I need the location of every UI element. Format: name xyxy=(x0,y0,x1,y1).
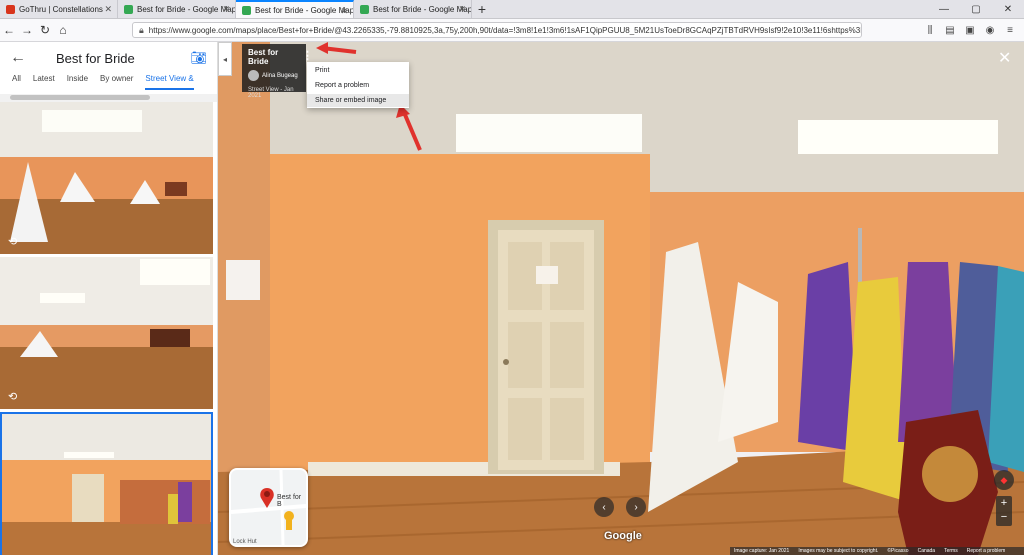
photo-thumbnail-3-selected[interactable] xyxy=(0,412,213,555)
zoom-out-button[interactable]: − xyxy=(996,510,1012,524)
tab-inside[interactable]: Inside xyxy=(67,74,88,90)
photo-category-tabs: All Latest Inside By owner Street View & xyxy=(0,74,217,90)
url-text: https://www.google.com/maps/place/Best+f… xyxy=(148,25,862,35)
library-icon[interactable]: ⫼ xyxy=(922,25,938,36)
tab-by-owner[interactable]: By owner xyxy=(100,74,133,90)
zoom-in-button[interactable]: + xyxy=(996,496,1012,510)
toolbar-icons: ⫼ ▤ ▣ ◉ ≡ xyxy=(922,25,1024,36)
account-icon[interactable]: ◉ xyxy=(982,25,998,36)
close-viewer-icon[interactable]: ✕ xyxy=(998,48,1011,68)
thumbnail-2-image xyxy=(0,257,213,409)
tab-street-view[interactable]: Street View & xyxy=(145,74,194,90)
menu-item-print[interactable]: Print xyxy=(307,64,409,77)
terms-link[interactable]: Terms xyxy=(944,548,958,554)
panel-header: ← Best for Bride 📷︎ xyxy=(0,42,217,74)
maps-favicon-icon xyxy=(124,4,133,14)
tab-all[interactable]: All xyxy=(12,74,21,90)
sidebar-icon[interactable]: ▤ xyxy=(942,25,958,36)
street-view-image xyxy=(218,42,1024,555)
back-arrow-icon[interactable]: ← xyxy=(10,49,34,67)
place-info-card: Best for Bride Alina Bugeag Street View … xyxy=(242,44,306,99)
tab-close-icon[interactable]: ✕ xyxy=(340,6,348,17)
360-icon: ⟲ xyxy=(8,236,18,248)
url-bar[interactable]: 🔒︎ https://www.google.com/maps/place/Bes… xyxy=(132,22,862,38)
menu-item-report-problem[interactable]: Report a problem xyxy=(307,79,409,92)
panel-title: Best for Bride xyxy=(56,50,135,66)
home-icon[interactable]: ⌂ xyxy=(54,23,72,37)
forward-icon[interactable]: → xyxy=(18,23,36,37)
previous-photo-button[interactable]: ‹ xyxy=(594,497,614,517)
photo-thumbnail-2[interactable]: ⟲ xyxy=(0,257,213,409)
more-options-icon[interactable]: ⋮ xyxy=(302,49,313,62)
minimap[interactable]: Best for B Lock Hut xyxy=(229,468,308,547)
new-tab-button[interactable]: + xyxy=(472,0,492,18)
minimap-place-label: Best for B xyxy=(277,494,302,508)
photo-thumbnail-1[interactable]: ⟲ xyxy=(0,102,213,254)
tab-google-maps-3[interactable]: Best for Bride - Google Maps ✕ xyxy=(354,0,472,18)
place-name: Best for Bride xyxy=(248,48,279,66)
add-photo-camera-icon[interactable]: 📷︎ xyxy=(190,50,207,66)
capture-date: Street View - Jan 2021 xyxy=(248,87,294,99)
minimap-footer: Lock Hut xyxy=(233,539,257,545)
back-icon[interactable]: ← xyxy=(0,23,18,37)
tabs-scrollbar[interactable] xyxy=(0,94,217,102)
reader-icon[interactable]: ▣ xyxy=(962,25,978,36)
gothru-favicon-icon xyxy=(6,4,15,14)
tab-google-maps-1[interactable]: Best for Bride - Google Maps ✕ xyxy=(118,0,236,18)
compass-icon[interactable]: ◆ xyxy=(994,470,1014,490)
attribution-footer: Image capture: Jan 2021 Images may be su… xyxy=(730,547,1024,555)
minimize-icon[interactable]: — xyxy=(928,0,960,18)
tab-close-icon[interactable]: ✕ xyxy=(104,4,112,15)
browser-nav-bar: ← → ↻ ⌂ 🔒︎ https://www.google.com/maps/p… xyxy=(0,19,1024,42)
tab-latest[interactable]: Latest xyxy=(33,74,55,90)
menu-icon[interactable]: ≡ xyxy=(1002,25,1018,36)
collapse-panel-button[interactable]: ◂ xyxy=(218,42,232,76)
thumbnail-3-image xyxy=(0,412,213,555)
360-icon: ⟲ xyxy=(8,391,18,403)
author-name[interactable]: Alina Bugeag xyxy=(262,73,298,79)
maps-favicon-icon xyxy=(242,5,251,15)
zoom-controls: + − xyxy=(996,496,1012,526)
maximize-icon[interactable]: ▢ xyxy=(960,0,992,18)
google-logo: Google xyxy=(604,530,642,542)
tab-google-maps-2[interactable]: Best for Bride - Google Maps ✕ xyxy=(236,0,354,18)
tab-gothru[interactable]: GoThru | Constellations ✕ xyxy=(0,0,118,18)
browser-tab-bar: GoThru | Constellations ✕ Best for Bride… xyxy=(0,0,1024,19)
close-window-icon[interactable]: ✕ xyxy=(992,0,1024,18)
author-avatar xyxy=(248,70,259,81)
street-view-panorama[interactable] xyxy=(218,42,1024,555)
thumbnail-1-image xyxy=(0,102,213,254)
window-controls: — ▢ ✕ xyxy=(928,0,1024,18)
next-photo-button[interactable]: › xyxy=(626,497,646,517)
photo-panel: ← Best for Bride 📷︎ All Latest Inside By… xyxy=(0,42,218,555)
lock-icon: 🔒︎ xyxy=(139,24,144,35)
options-menu: Print Report a problem Share or embed im… xyxy=(307,62,409,108)
reload-icon[interactable]: ↻ xyxy=(36,23,54,37)
maps-favicon-icon xyxy=(360,4,369,14)
menu-item-share-embed[interactable]: Share or embed image xyxy=(307,94,409,107)
report-problem-link[interactable]: Report a problem xyxy=(967,548,1006,554)
tab-close-icon[interactable]: ✕ xyxy=(458,4,466,15)
tab-close-icon[interactable]: ✕ xyxy=(222,4,230,15)
